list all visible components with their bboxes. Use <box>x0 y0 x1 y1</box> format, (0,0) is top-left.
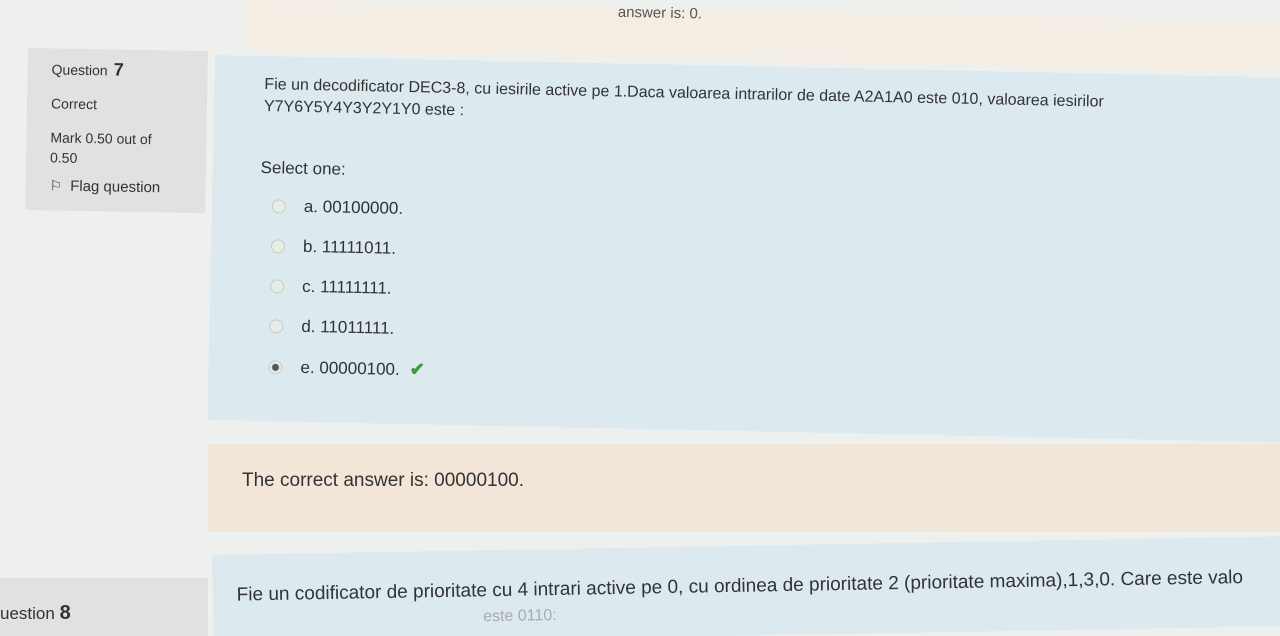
question-number: Question 7 <box>51 58 199 82</box>
option-b-label: b. 11111011. <box>302 236 397 258</box>
radio-d[interactable] <box>269 319 284 334</box>
option-c-label: c. 11111111. <box>301 276 392 298</box>
option-d[interactable]: d. 11011111. <box>269 316 394 339</box>
option-d-label: d. 11011111. <box>301 316 395 338</box>
flag-question-label: Flag question <box>70 177 161 197</box>
radio-c[interactable] <box>270 279 285 294</box>
option-c[interactable]: c. 11111111. <box>270 276 392 299</box>
option-a[interactable]: a. 00100000. <box>271 196 404 219</box>
question-mark: Mark 0.50 out of 0.50 <box>50 127 199 170</box>
question-8-number: 8 <box>59 602 71 624</box>
question-8-text-line-2: este 0110: <box>482 606 557 626</box>
correct-answer-text: The correct answer is: 00000100. <box>242 470 524 491</box>
question-number-value: 7 <box>113 59 124 80</box>
question-8-text: Fie un codificator de prioritate cu 4 in… <box>236 567 1244 606</box>
option-e[interactable]: e. 00000100. ✔ <box>268 356 425 380</box>
option-e-label: e. 00000100. <box>300 357 400 379</box>
question-8-label: uestion <box>0 604 55 623</box>
question-text-line-2: Y7Y6Y5Y4Y3Y2Y1Y0 este : <box>263 98 465 120</box>
radio-b[interactable] <box>270 239 286 254</box>
option-b[interactable]: b. 11111011. <box>270 236 397 259</box>
previous-answer-text: answer is: 0. <box>617 3 703 23</box>
mark-line-2: 0.50 <box>49 149 78 166</box>
question-label: Question <box>51 61 108 79</box>
radio-a[interactable] <box>271 199 286 214</box>
check-icon: ✔ <box>409 359 426 380</box>
question-7-content: Fie un decodificator DEC3-8, cu iesirile… <box>207 55 1280 443</box>
question-8-content: Fie un codificator de prioritate cu 4 in… <box>212 536 1280 636</box>
option-a-label: a. 00100000. <box>303 196 404 218</box>
flag-question-link[interactable]: ⚐ Flag question <box>49 177 197 197</box>
question-8-info: uestion 8 <box>0 578 208 636</box>
question-7-info: Question 7 Correct Mark 0.50 out of 0.50… <box>25 48 208 214</box>
radio-e[interactable] <box>268 359 283 374</box>
select-one-label: Select one: <box>260 157 346 179</box>
mark-line-1: Mark 0.50 out of <box>50 129 152 148</box>
question-status: Correct <box>50 95 98 113</box>
feedback-box: The correct answer is: 00000100. <box>208 444 1280 532</box>
flag-icon: ⚐ <box>49 177 63 194</box>
question-text: Fie un decodificator DEC3-8, cu iesirile… <box>264 74 1225 138</box>
